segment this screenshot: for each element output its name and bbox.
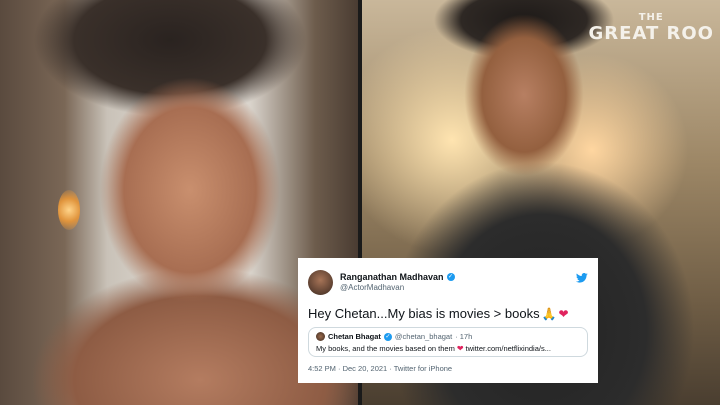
quoted-author-handle: @chetan_bhagat bbox=[394, 332, 453, 341]
author-handle[interactable]: @ActorMadhavan bbox=[340, 283, 455, 292]
tweet-header: Ranganathan Madhavan ✓ @ActorMadhavan bbox=[308, 267, 588, 297]
quoted-tweet[interactable]: Chetan Bhagat ✓ @chetan_bhagat · 17h My … bbox=[308, 327, 588, 357]
folded-hands-icon: 🙏 bbox=[541, 306, 557, 321]
quoted-link[interactable]: twitter.com/netflixindia/s... bbox=[466, 344, 551, 353]
quoted-author-avatar bbox=[316, 332, 325, 341]
wall-lamp bbox=[58, 190, 80, 230]
quoted-text: My books, and the movies based on them ❤… bbox=[316, 344, 551, 353]
red-heart-icon: ❤ bbox=[558, 306, 569, 321]
author-name[interactable]: Ranganathan Madhavan bbox=[340, 272, 444, 282]
verified-badge-icon: ✓ bbox=[446, 273, 455, 281]
author-avatar[interactable] bbox=[308, 269, 333, 295]
quoted-author-name: Chetan Bhagat bbox=[328, 332, 381, 341]
quoted-time: · 17h bbox=[455, 332, 473, 341]
twitter-bird-icon[interactable] bbox=[576, 273, 588, 283]
quoted-verified-badge-icon: ✓ bbox=[383, 332, 392, 341]
tweet-text: Hey Chetan...My bias is movies > books 🙏… bbox=[308, 306, 569, 321]
tweet-card[interactable]: Ranganathan Madhavan ✓ @ActorMadhavan He… bbox=[298, 258, 598, 383]
background-sign: THE GREAT ROO bbox=[588, 12, 714, 44]
tweet-timestamp[interactable]: 4:52 PM · Dec 20, 2021 · Twitter for iPh… bbox=[308, 364, 588, 373]
quoted-heart-icon: ❤ bbox=[456, 344, 464, 353]
